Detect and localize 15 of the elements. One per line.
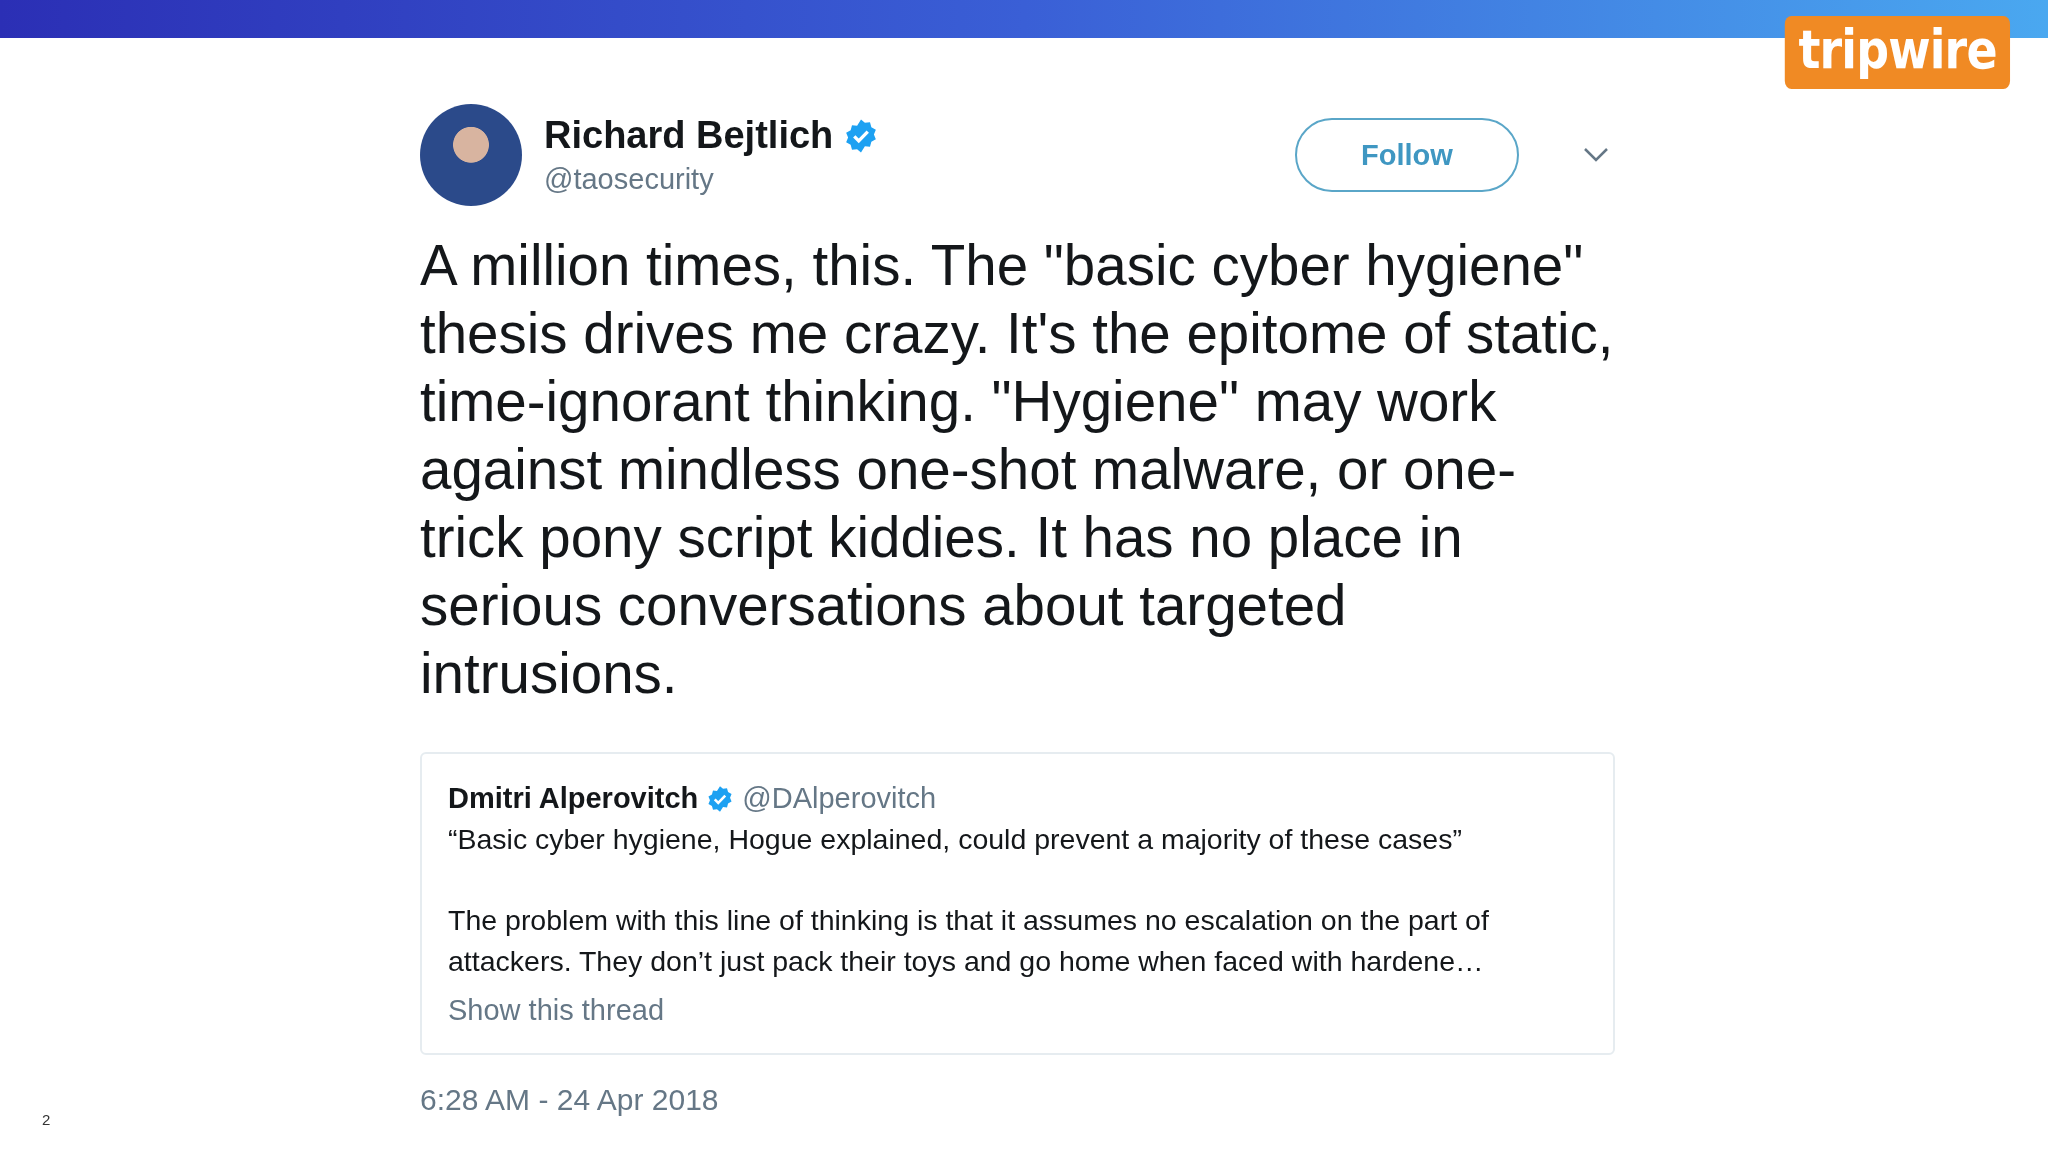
quoted-tweet-text: The problem with this line of thinking is that it assumes no escalation on the part of attackers. They don’t just pack their toys and go home when faced with hardene…: [448, 903, 1490, 979]
follow-button[interactable]: Follow: [1295, 118, 1519, 192]
quoted-tweet-card[interactable]: [420, 752, 1615, 1055]
verified-badge-icon: [706, 784, 735, 813]
show-thread-link[interactable]: Show this thread: [448, 994, 664, 1027]
author-handle: @taosecurity: [544, 163, 715, 196]
chevron-down-icon[interactable]: [1583, 147, 1609, 163]
quoted-tweet-text: “Basic cyber hygiene, Hogue explained, could prevent a majority of these cases”: [448, 822, 1463, 857]
tweet-timestamp: 6:28 AM - 24 Apr 2018: [420, 1083, 720, 1117]
slide-number: 2: [42, 1111, 51, 1128]
quoted-author-handle: @DAlperovitch: [742, 782, 937, 815]
logo: tripwire: [1784, 16, 2010, 89]
quoted-author-name: Dmitri Alperovitch: [448, 782, 699, 815]
author-name: Richard Bejtlich: [544, 114, 834, 157]
tweet-text: A million times, this. The "basic cyber hygiene" thesis drives me crazy. It's the epitome of static, time-ignorant thinking. "Hygiene" may work against mindless one-shot malware, or one-trick pony script kiddies. It has no place in serious conversations about targeted intrusions.: [420, 233, 1615, 707]
